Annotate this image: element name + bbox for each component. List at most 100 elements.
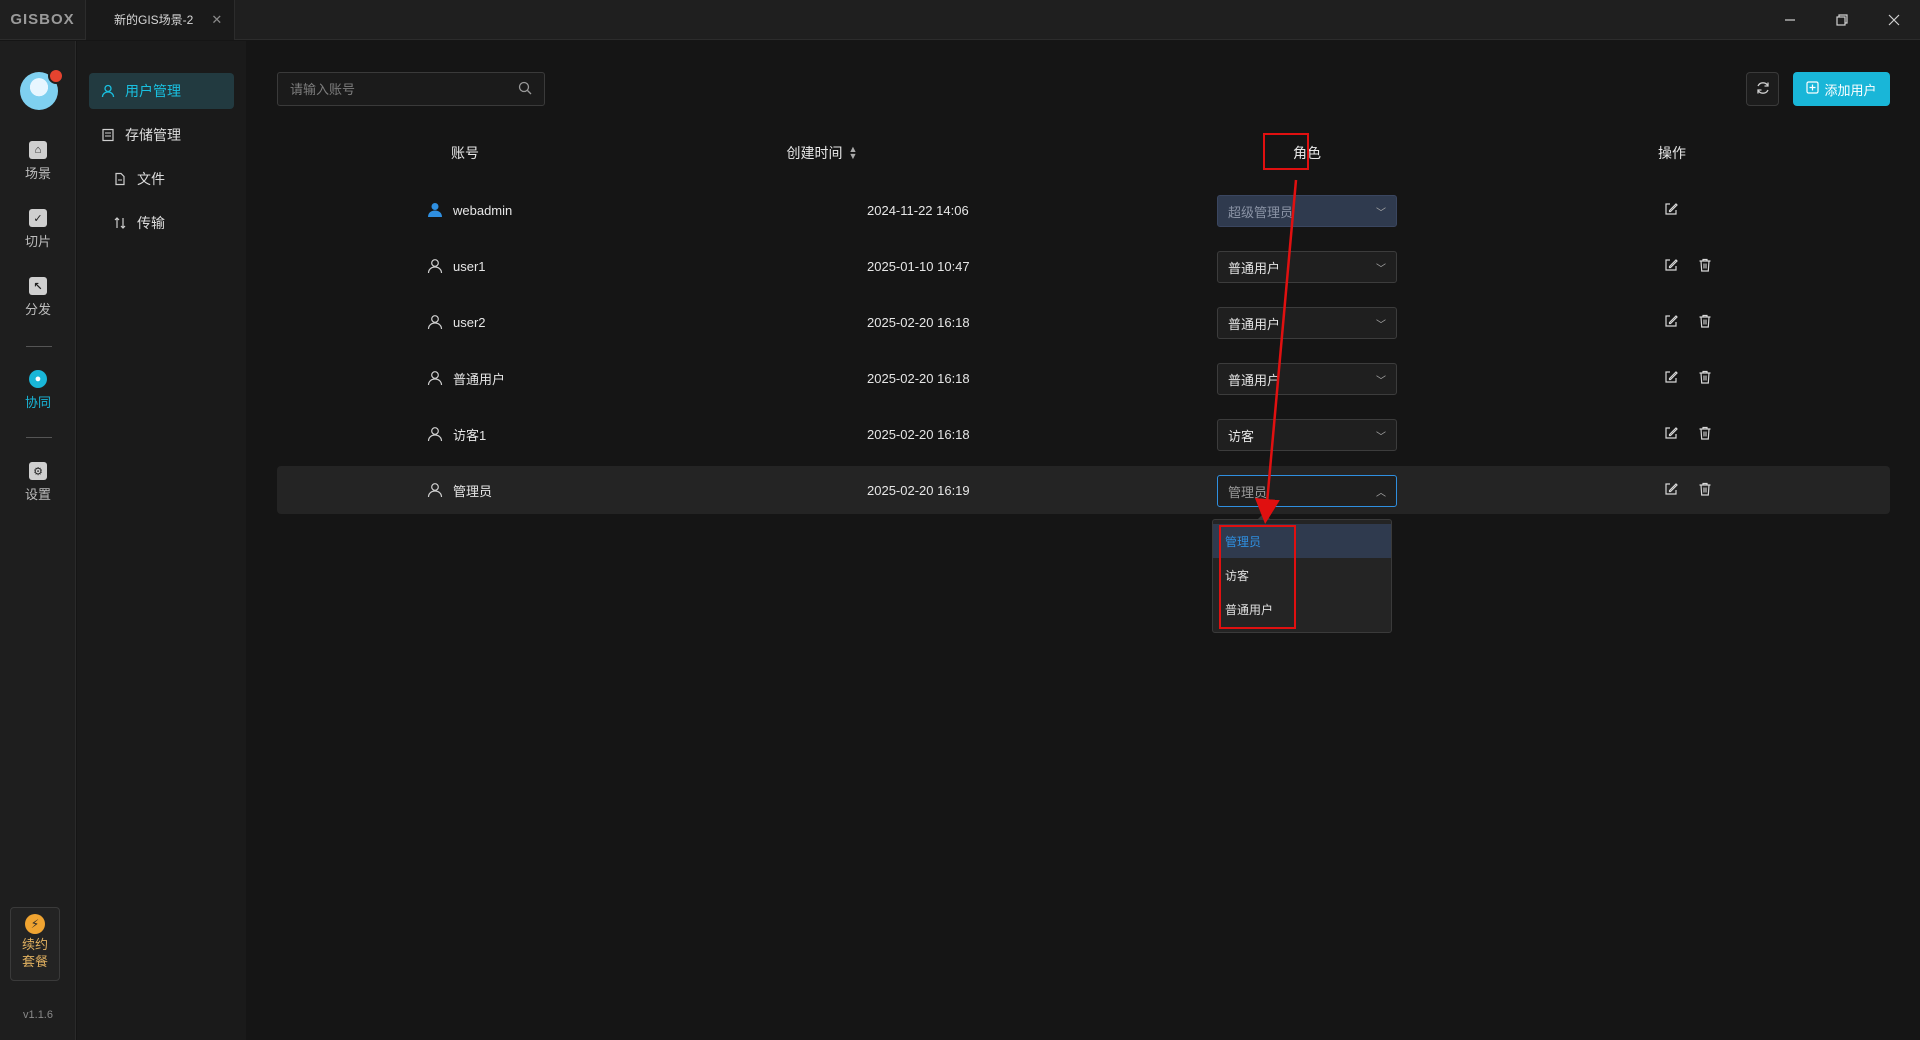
rail-item-distribute[interactable]: ↖ 分发 — [0, 277, 76, 318]
table-row: 普通用户 2025-02-20 16:18 普通用户 ﹀ — [277, 354, 1890, 402]
tab-scene[interactable]: 新的GIS场景-2 ✕ — [86, 0, 236, 40]
delete-icon[interactable] — [1696, 256, 1714, 274]
renew-plan-button[interactable]: ⚡ 续约 套餐 — [10, 907, 60, 981]
edit-icon[interactable] — [1662, 256, 1680, 274]
role-value: 普通用户 — [1228, 316, 1281, 332]
lightning-icon: ⚡ — [25, 914, 45, 934]
refresh-icon — [1756, 81, 1770, 98]
edit-icon[interactable] — [1662, 200, 1680, 218]
subnav-user-management[interactable]: 用户管理 — [89, 73, 234, 109]
created-cell: 2025-02-20 16:18 — [867, 314, 970, 330]
subnav-label: 存储管理 — [125, 127, 181, 143]
role-select[interactable]: 普通用户 ﹀ — [1217, 363, 1397, 395]
main-panel: 添加用户 账号 创建时间 ▲▼ 角色 操作 webadmin 2024-11-2… — [246, 41, 1920, 1040]
rail-divider — [26, 346, 52, 347]
refresh-button[interactable] — [1746, 72, 1779, 106]
role-value: 普通用户 — [1228, 372, 1281, 388]
scene-icon: ⌂ — [29, 141, 47, 159]
tab-title: 新的GIS场景-2 — [114, 13, 194, 27]
app-logo: GISBOX — [0, 0, 86, 40]
role-select[interactable]: 普通用户 ﹀ — [1217, 251, 1397, 283]
user-icon — [101, 84, 115, 98]
user-icon — [427, 482, 443, 498]
user-icon — [427, 426, 443, 442]
rail-item-settings[interactable]: ⚙ 设置 — [0, 462, 76, 503]
column-header-created[interactable]: 创建时间 ▲ ▼ — [727, 131, 917, 175]
add-icon — [1806, 81, 1820, 97]
user-icon — [427, 258, 443, 274]
tab-close-icon[interactable]: ✕ — [211, 12, 222, 28]
avatar[interactable] — [20, 68, 64, 110]
search-input[interactable] — [290, 81, 518, 97]
subnav-label: 文件 — [137, 171, 165, 187]
rail-item-label: 设置 — [24, 487, 51, 502]
rail-item-label: 场景 — [24, 166, 51, 181]
delete-icon[interactable] — [1696, 368, 1714, 386]
account-cell: 访客1 — [427, 410, 486, 458]
admin-user-icon — [427, 202, 443, 218]
subnav-transfer[interactable]: 传输 — [101, 205, 165, 241]
rail-item-slice[interactable]: ✓ 切片 — [0, 209, 76, 250]
add-user-label: 添加用户 — [1824, 82, 1877, 98]
edit-icon[interactable] — [1662, 312, 1680, 330]
rail-item-label: 协同 — [24, 395, 51, 410]
created-cell: 2024-11-22 14:06 — [867, 202, 969, 218]
collab-icon: ● — [29, 370, 47, 388]
notification-badge-icon — [48, 68, 64, 84]
account-name: 访客1 — [453, 427, 487, 443]
sub-sidebar: 用户管理 存储管理 文件 传输 — [77, 41, 246, 1040]
table-header: 账号 创建时间 ▲ ▼ 角色 操作 — [277, 131, 1890, 175]
account-cell: webadmin — [427, 186, 512, 234]
restore-icon[interactable] — [1816, 0, 1868, 40]
account-name: 普通用户 — [453, 371, 506, 387]
column-header-account: 账号 — [451, 145, 479, 161]
search-box — [277, 72, 545, 106]
created-cell: 2025-01-10 10:47 — [867, 258, 970, 274]
account-cell: user2 — [427, 298, 486, 346]
role-value: 超级管理员 — [1228, 204, 1294, 220]
role-select-open[interactable]: 管理员 ︿ — [1217, 475, 1397, 507]
user-icon — [427, 370, 443, 386]
table-row: webadmin 2024-11-22 14:06 超级管理员 ﹀ — [277, 186, 1890, 234]
table-row: 访客1 2025-02-20 16:18 访客 ﹀ — [277, 410, 1890, 458]
role-select[interactable]: 访客 ﹀ — [1217, 419, 1397, 451]
account-name: user2 — [453, 314, 486, 330]
delete-icon[interactable] — [1696, 312, 1714, 330]
subnav-files[interactable]: 文件 — [101, 161, 165, 197]
annotation-box-role-header — [1263, 133, 1309, 170]
edit-icon[interactable] — [1662, 424, 1680, 442]
minimize-icon[interactable] — [1764, 0, 1816, 40]
sort-icon[interactable]: ▲ ▼ — [849, 145, 858, 161]
close-window-icon[interactable] — [1868, 0, 1920, 40]
delete-icon[interactable] — [1696, 424, 1714, 442]
add-user-button[interactable]: 添加用户 — [1793, 72, 1890, 106]
role-value: 普通用户 — [1228, 260, 1281, 276]
window-controls — [1764, 0, 1920, 40]
edit-icon[interactable] — [1662, 480, 1680, 498]
rail-item-scene[interactable]: ⌂ 场景 — [0, 141, 76, 182]
chevron-down-icon: ﹀ — [1376, 375, 1386, 387]
role-select[interactable]: 普通用户 ﹀ — [1217, 307, 1397, 339]
edit-icon[interactable] — [1662, 368, 1680, 386]
chevron-down-icon: ﹀ — [1376, 207, 1386, 219]
settings-icon: ⚙ — [29, 462, 47, 480]
chevron-down-icon: ﹀ — [1376, 431, 1386, 443]
rail-item-label: 切片 — [24, 234, 51, 249]
search-icon[interactable] — [518, 81, 532, 98]
account-name: webadmin — [453, 202, 513, 218]
role-value: 访客 — [1228, 428, 1255, 444]
chevron-up-icon: ︿ — [1376, 487, 1386, 499]
user-icon — [427, 314, 443, 330]
account-cell: user1 — [427, 242, 486, 290]
subnav-storage-management[interactable]: 存储管理 — [89, 117, 181, 153]
chevron-down-icon: ﹀ — [1376, 263, 1386, 275]
account-cell: 普通用户 — [427, 354, 505, 402]
column-header-created-label: 创建时间 — [786, 145, 843, 161]
column-header-actions: 操作 — [1658, 145, 1686, 161]
delete-icon[interactable] — [1696, 480, 1714, 498]
left-rail: ⌂ 场景 ✓ 切片 ↖ 分发 ● 协同 ⚙ 设置 ⚡ 续约 套餐 v1.1.6 — [0, 41, 76, 1040]
renew-label-1: 续约 — [21, 937, 48, 952]
rail-item-collab[interactable]: ● 协同 — [0, 370, 76, 411]
table-row: user1 2025-01-10 10:47 普通用户 ﹀ — [277, 242, 1890, 290]
distribute-icon: ↖ — [29, 277, 47, 295]
